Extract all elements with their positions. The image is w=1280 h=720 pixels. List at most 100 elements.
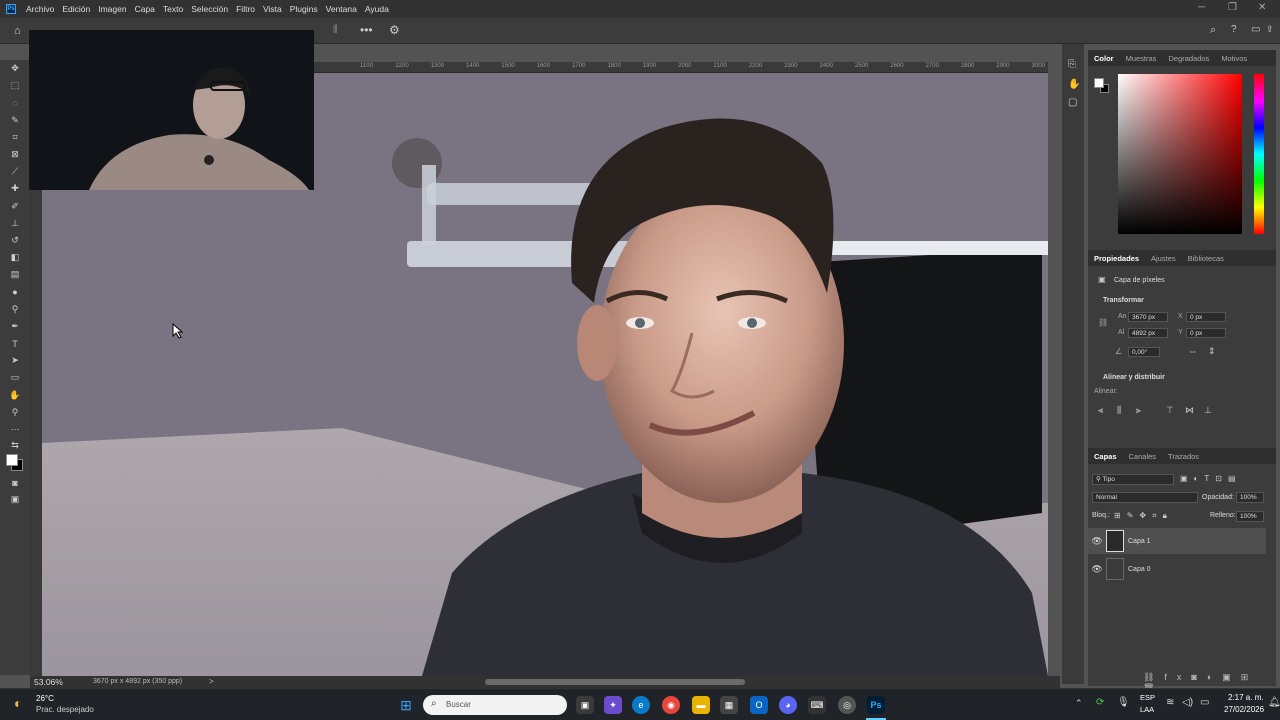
rectangle-tool-icon[interactable]: ▭ xyxy=(0,369,30,386)
layer-filter-select[interactable]: ⚲ Tipo xyxy=(1092,474,1174,485)
menu-imagen[interactable]: Imagen xyxy=(94,4,130,14)
battery-icon[interactable]: ▭ xyxy=(1200,697,1209,708)
weather-temp[interactable]: 26°C xyxy=(36,694,54,703)
weather-description[interactable]: Prac. despejado xyxy=(36,705,94,714)
help-icon[interactable]: ? xyxy=(1231,24,1237,35)
clock-time[interactable]: 2:17 a. m. xyxy=(1228,693,1264,702)
flip-horizontal-icon[interactable]: ⇔ xyxy=(1188,346,1197,356)
layer-name[interactable]: Capa 1 xyxy=(1128,538,1151,545)
layer-name[interactable]: Capa 0 xyxy=(1128,566,1151,573)
blend-mode-select[interactable]: Normal xyxy=(1092,492,1198,503)
edit-toolbar-icon[interactable]: ⋯ xyxy=(0,421,30,438)
language-primary[interactable]: ESP xyxy=(1140,693,1155,702)
history-icon[interactable]: ⎘ xyxy=(1068,59,1076,70)
tab-adjustments[interactable]: Ajustes xyxy=(1145,254,1182,263)
tab-paths[interactable]: Trazados xyxy=(1162,452,1205,461)
tab-channels[interactable]: Canales xyxy=(1123,452,1163,461)
tab-gradients[interactable]: Degradados xyxy=(1162,54,1215,63)
gear-icon[interactable]: ⚙ xyxy=(389,23,400,37)
outlook-icon[interactable]: O xyxy=(750,696,768,714)
align-distribute-heading[interactable]: Alinear y distribuir xyxy=(1103,374,1165,381)
copilot-icon[interactable]: ✦ xyxy=(604,696,622,714)
default-colors-icon[interactable]: ⇆ xyxy=(0,438,30,452)
history-brush-tool-icon[interactable]: ↺ xyxy=(0,232,30,249)
tab-swatches[interactable]: Muestras xyxy=(1120,54,1163,63)
keyboard-app-icon[interactable]: ⌨ xyxy=(808,696,826,714)
hand-panel-icon[interactable]: ✋ xyxy=(1068,79,1080,90)
align-center-v-icon[interactable]: ⋈ xyxy=(1185,405,1194,416)
align-vertical-icon[interactable]: ⫴ xyxy=(333,24,338,37)
task-view-icon[interactable]: ▣ xyxy=(576,696,594,714)
store-icon[interactable]: ▦ xyxy=(720,696,738,714)
dodge-tool-icon[interactable]: ⚲ xyxy=(0,301,30,318)
workspace-icon[interactable]: ▭ xyxy=(1251,24,1260,35)
menu-filtro[interactable]: Filtro xyxy=(232,4,259,14)
lasso-tool-icon[interactable]: ◌ xyxy=(0,94,30,111)
color-swatches[interactable] xyxy=(0,452,30,474)
y-field[interactable]: 0 px xyxy=(1186,328,1226,338)
menu-vista[interactable]: Vista xyxy=(259,4,286,14)
foreground-color-swatch[interactable] xyxy=(6,454,18,467)
tab-layers[interactable]: Capas xyxy=(1088,452,1123,461)
tab-patterns[interactable]: Motivos xyxy=(1215,54,1253,63)
close-icon[interactable]: ✕ xyxy=(1258,2,1266,13)
status-menu-arrow[interactable]: > xyxy=(209,677,214,686)
layer-row-capa-1[interactable]: 👁︎ Capa 1 xyxy=(1088,528,1266,554)
transform-heading[interactable]: Transformar xyxy=(1103,297,1144,304)
photoshop-taskbar-icon[interactable]: Ps xyxy=(867,696,885,714)
language-secondary[interactable]: LAA xyxy=(1140,705,1154,714)
volume-icon[interactable]: ◁) xyxy=(1182,697,1193,708)
align-top-icon[interactable]: ⊤ xyxy=(1166,405,1174,416)
microphone-icon[interactable]: 🎙︎ xyxy=(1117,697,1130,708)
x-field[interactable]: 0 px xyxy=(1186,312,1226,322)
height-field[interactable]: 4892 px xyxy=(1128,328,1168,338)
eyedropper-tool-icon[interactable]: ⟋ xyxy=(0,163,30,180)
discord-icon[interactable]: ◕ xyxy=(779,696,797,714)
search-icon[interactable]: ⌕ xyxy=(1210,24,1216,37)
tab-color[interactable]: Color xyxy=(1088,54,1120,63)
menu-capa[interactable]: Capa xyxy=(131,4,159,14)
taskbar-search[interactable]: ⌕ Buscar xyxy=(423,695,567,715)
width-field[interactable]: 3670 px xyxy=(1128,312,1168,322)
comments-icon[interactable]: ▢ xyxy=(1068,97,1077,108)
tab-properties[interactable]: Propiedades xyxy=(1088,254,1145,263)
brush-tool-icon[interactable]: ✐ xyxy=(0,198,30,215)
share-icon[interactable]: ⇪ xyxy=(1266,24,1274,35)
visibility-eye-icon[interactable]: 👁︎ xyxy=(1088,536,1106,547)
layer-filter-icons[interactable]: ▣◐T⊡▤ xyxy=(1180,474,1242,483)
horizontal-scrollbar[interactable] xyxy=(485,679,745,685)
hue-slider[interactable] xyxy=(1254,74,1264,234)
layer-row-capa-0[interactable]: 👁︎ Capa 0 xyxy=(1088,556,1266,582)
menu-seleccion[interactable]: Selección xyxy=(187,4,232,14)
frame-tool-icon[interactable]: ⊠ xyxy=(0,146,30,163)
blur-tool-icon[interactable]: ● xyxy=(0,283,30,300)
quick-mask-icon[interactable]: ◙ xyxy=(0,474,30,491)
crop-tool-icon[interactable]: ⌗ xyxy=(0,129,30,146)
align-center-h-icon[interactable]: ⫼ xyxy=(1117,405,1121,416)
file-explorer-icon[interactable]: ▬ xyxy=(692,696,710,714)
menu-texto[interactable]: Texto xyxy=(159,4,187,14)
path-selection-tool-icon[interactable]: ➤ xyxy=(0,352,30,369)
clone-stamp-tool-icon[interactable]: ⊥ xyxy=(0,215,30,232)
home-icon[interactable]: ⌂ xyxy=(14,25,21,37)
notifications-icon[interactable]: 🔔︎ xyxy=(1268,697,1280,708)
menu-edicion[interactable]: Edición xyxy=(58,4,94,14)
minimize-icon[interactable]: ─ xyxy=(1198,2,1205,13)
align-right-icon[interactable]: ⫸ xyxy=(1136,405,1141,416)
maximize-icon[interactable]: ❐ xyxy=(1228,2,1237,13)
align-bottom-icon[interactable]: ⊥ xyxy=(1204,405,1212,416)
pen-tool-icon[interactable]: ✒ xyxy=(0,318,30,335)
marquee-tool-icon[interactable]: ⬚ xyxy=(0,77,30,94)
zoom-tool-icon[interactable]: ⚲ xyxy=(0,404,30,421)
hand-tool-icon[interactable]: ✋ xyxy=(0,387,30,404)
more-options-icon[interactable]: ••• xyxy=(360,23,373,37)
edge-icon[interactable]: e xyxy=(632,696,650,714)
menu-ayuda[interactable]: Ayuda xyxy=(361,4,393,14)
healing-brush-tool-icon[interactable]: ✚ xyxy=(0,180,30,197)
windows-start-icon[interactable]: ⊞ xyxy=(397,696,415,714)
move-tool-icon[interactable]: ✥ xyxy=(0,60,30,77)
recording-app-icon[interactable]: ◎ xyxy=(838,696,856,714)
visibility-eye-icon[interactable]: 👁︎ xyxy=(1088,564,1106,575)
screen-mode-icon[interactable]: ▣ xyxy=(0,491,30,508)
zoom-level[interactable]: 53.06% xyxy=(34,677,63,687)
